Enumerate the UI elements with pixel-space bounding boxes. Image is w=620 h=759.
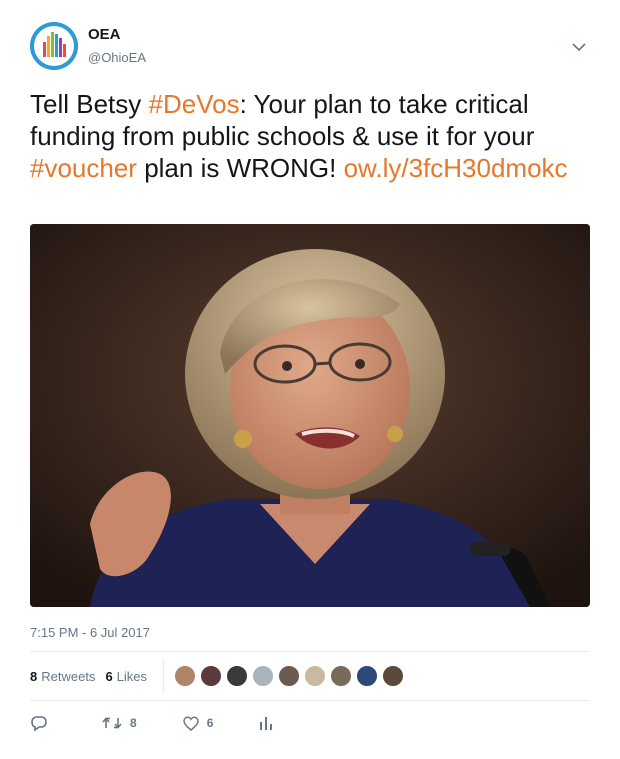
- liker-avatar[interactable]: [356, 665, 379, 687]
- like-count: 6: [206, 716, 214, 730]
- liker-avatar[interactable]: [330, 665, 353, 687]
- tweet-actions: 8 6: [30, 710, 319, 736]
- chevron-down-icon[interactable]: [570, 38, 588, 56]
- liker-avatar[interactable]: [278, 665, 301, 687]
- oea-logo-icon: [30, 22, 78, 70]
- liker-avatar[interactable]: [304, 665, 327, 687]
- likes-label: Likes: [116, 668, 148, 684]
- liker-avatar[interactable]: [226, 665, 249, 687]
- divider: [30, 700, 590, 701]
- retweet-button[interactable]: 8: [102, 716, 137, 730]
- photo-image: [30, 224, 590, 607]
- analytics-button[interactable]: [259, 716, 273, 730]
- retweets-label: Retweets: [41, 668, 96, 684]
- retweets-count: 8: [30, 668, 38, 684]
- engagement-stats: 8 Retweets 6 Likes: [30, 660, 408, 692]
- reply-button[interactable]: [30, 715, 56, 731]
- likes-stat[interactable]: 6 Likes: [105, 669, 147, 684]
- tweet-card: OEA @OhioEA Tell Betsy #DeVos: Your plan…: [0, 0, 620, 759]
- liker-avatar[interactable]: [382, 665, 405, 687]
- liker-avatar[interactable]: [174, 665, 197, 687]
- divider: [30, 651, 590, 652]
- user-name[interactable]: OEA: [88, 26, 121, 43]
- likes-count: 6: [105, 668, 113, 684]
- liker-avatars: [174, 665, 408, 687]
- liker-avatar[interactable]: [252, 665, 275, 687]
- like-button[interactable]: 6: [182, 715, 214, 731]
- reply-icon: [31, 716, 47, 731]
- retweet-count: 8: [130, 716, 137, 730]
- tweet-text: Tell Betsy #DeVos: Your plan to take cri…: [30, 88, 595, 184]
- user-handle[interactable]: @OhioEA: [88, 50, 146, 65]
- retweet-icon: [102, 717, 122, 729]
- hashtag-voucher[interactable]: #voucher: [30, 153, 137, 183]
- tweet-text-part: plan is WRONG!: [136, 153, 344, 183]
- tweet-text-part: Tell Betsy: [30, 89, 149, 119]
- profile-avatar[interactable]: [30, 22, 78, 70]
- hashtag-devos[interactable]: #DeVos: [149, 89, 240, 119]
- liker-avatar[interactable]: [200, 665, 223, 687]
- stats-separator: [163, 660, 165, 692]
- tweet-link[interactable]: ow.ly/3fcH30dmokc: [344, 153, 568, 183]
- analytics-icon: [260, 717, 273, 730]
- tweet-photo[interactable]: [30, 224, 590, 607]
- heart-icon: [182, 715, 199, 731]
- retweets-stat[interactable]: 8 Retweets: [30, 669, 95, 684]
- tweet-timestamp[interactable]: 7:15 PM - 6 Jul 2017: [30, 625, 150, 640]
